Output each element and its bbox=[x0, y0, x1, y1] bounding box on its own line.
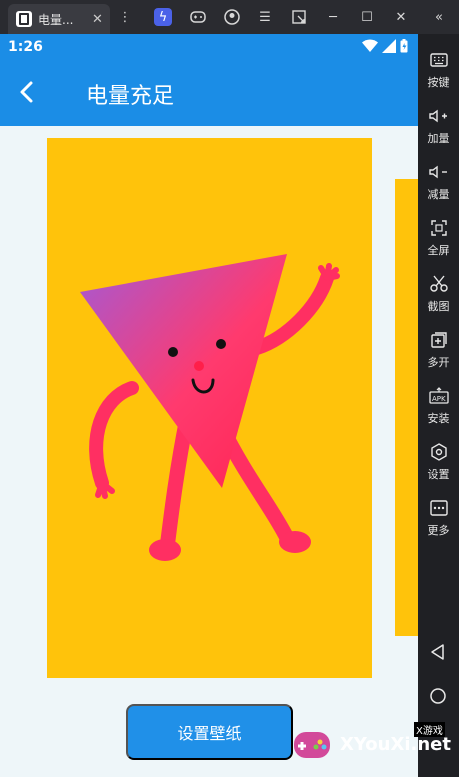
multi-open-icon bbox=[429, 330, 449, 350]
window-tab[interactable]: 电量... ✕ bbox=[8, 4, 110, 34]
sidebar-label: 安装 bbox=[427, 412, 450, 425]
window-close-icon[interactable]: ✕ bbox=[392, 8, 410, 26]
tab-title: 电量... bbox=[38, 12, 74, 27]
gamepad-icon[interactable] bbox=[189, 8, 207, 26]
sidebar-label: 减量 bbox=[427, 188, 450, 201]
watermark: X游戏 XYouXi.net bbox=[290, 720, 459, 777]
sidebar-label: 截图 bbox=[427, 300, 450, 313]
set-wallpaper-button[interactable]: 设置壁纸 bbox=[126, 704, 293, 760]
signal-icon bbox=[382, 39, 396, 53]
sidebar-label: 全屏 bbox=[427, 244, 450, 257]
sidebar-label: 更多 bbox=[427, 524, 450, 537]
sidebar-item-volume-down[interactable]: 减量 bbox=[418, 154, 459, 210]
wifi-icon bbox=[362, 39, 378, 52]
next-wallpaper-preview[interactable] bbox=[395, 179, 418, 636]
wallpaper-preview[interactable] bbox=[47, 138, 372, 678]
phone-screen: 1:26 电量充足 设置壁纸 bbox=[0, 34, 418, 777]
tab-close-icon[interactable]: ✕ bbox=[92, 12, 103, 27]
nav-home-icon[interactable] bbox=[428, 686, 448, 706]
sidebar-item-settings[interactable]: 设置 bbox=[418, 434, 459, 490]
maximize-icon[interactable]: ☐ bbox=[358, 8, 376, 26]
back-arrow-icon[interactable] bbox=[16, 80, 40, 104]
sidebar-item-install[interactable]: APK 安装 bbox=[418, 378, 459, 434]
sidebar-item-multi-open[interactable]: 多开 bbox=[418, 322, 459, 378]
sidebar-item-volume-up[interactable]: 加量 bbox=[418, 98, 459, 154]
fullscreen-icon bbox=[429, 218, 449, 238]
watermark-brand: XYouXi.net bbox=[340, 734, 451, 755]
sidebar-label: 多开 bbox=[427, 356, 450, 369]
sidebar-label: 加量 bbox=[427, 132, 450, 145]
minimize-icon[interactable]: ─ bbox=[324, 8, 342, 26]
more-vert-icon[interactable]: ⋮ bbox=[116, 8, 134, 26]
nav-back-icon[interactable] bbox=[428, 642, 448, 662]
sidebar-label: 按键 bbox=[427, 76, 450, 89]
resize-icon[interactable] bbox=[290, 8, 308, 26]
menu-icon[interactable]: ☰ bbox=[256, 8, 274, 26]
app-bar: 电量充足 bbox=[0, 60, 418, 126]
sidebar-item-fullscreen[interactable]: 全屏 bbox=[418, 210, 459, 266]
sidebar-item-more[interactable]: 更多 bbox=[418, 490, 459, 546]
page-title: 电量充足 bbox=[86, 84, 175, 109]
sidebar-label: 设置 bbox=[427, 468, 450, 481]
keyboard-icon bbox=[429, 50, 449, 70]
more-icon bbox=[429, 498, 449, 518]
emulator-titlebar: 电量... ✕ ⋮ ϟ ☰ ─ ☐ ✕ « bbox=[0, 0, 459, 34]
app-tab-icon bbox=[16, 11, 32, 27]
emulator-sidebar: 按键 加量 减量 全屏 截图 多开 APK 安装 设置 更多 bbox=[418, 34, 459, 777]
status-time: 1:26 bbox=[8, 39, 43, 55]
collapse-sidebar-icon[interactable]: « bbox=[430, 8, 448, 26]
sidebar-item-keys[interactable]: 按键 bbox=[418, 42, 459, 98]
svg-text:APK: APK bbox=[432, 395, 446, 403]
sidebar-item-screenshot[interactable]: 截图 bbox=[418, 266, 459, 322]
triangle-character-illustration bbox=[80, 254, 340, 561]
bolt-icon[interactable]: ϟ bbox=[154, 8, 172, 26]
apk-install-icon: APK bbox=[428, 386, 449, 406]
volume-down-icon bbox=[428, 162, 449, 182]
settings-icon bbox=[429, 442, 449, 462]
volume-up-icon bbox=[428, 106, 449, 126]
status-bar: 1:26 bbox=[0, 34, 418, 60]
battery-icon bbox=[400, 39, 408, 53]
scissors-icon bbox=[429, 274, 449, 294]
account-icon[interactable] bbox=[223, 8, 241, 26]
gamepad-logo-icon bbox=[294, 732, 330, 758]
